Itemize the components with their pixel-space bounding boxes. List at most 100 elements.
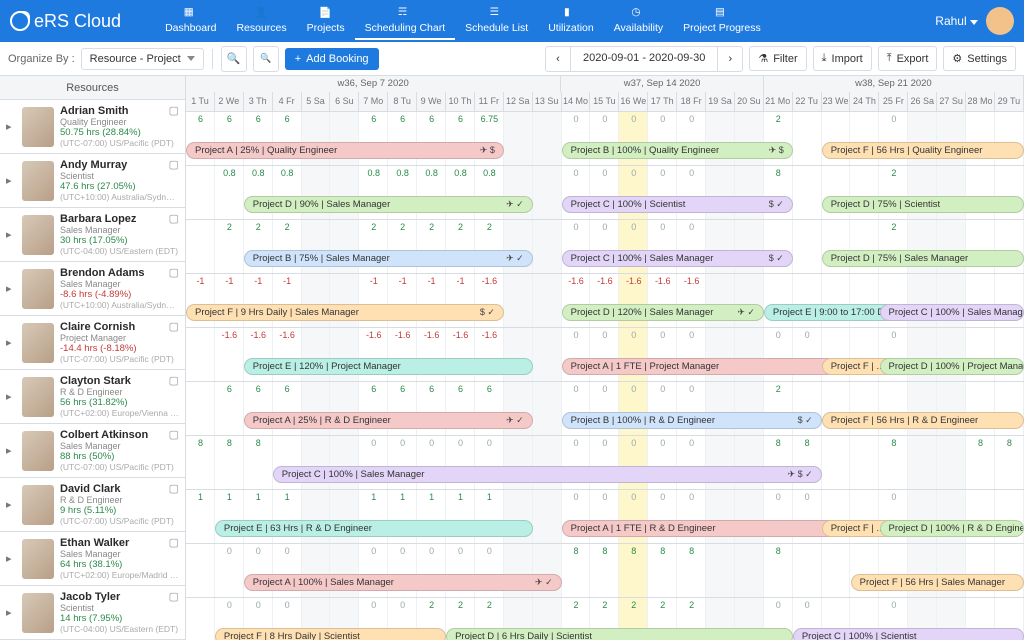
availability-value: 1 <box>388 492 417 502</box>
booking-bar[interactable]: Project C | 100% | Sales Manager <box>880 304 1024 321</box>
rss-icon[interactable]: ▢ <box>169 158 179 171</box>
booking-bar[interactable]: Project A | 100% | Sales Manager✈ ✓ <box>244 574 562 591</box>
booking-bar[interactable]: Project D | 75% | Sales Manager <box>822 250 1024 267</box>
filter-button[interactable]: ⚗Filter <box>749 46 806 71</box>
expand-icon[interactable]: ▸ <box>6 120 16 133</box>
booking-bar[interactable]: Project F | 56 Hrs | R & D Engineer <box>822 412 1024 429</box>
rss-icon[interactable]: ▢ <box>169 374 179 387</box>
date-prev-button[interactable]: ‹ <box>545 46 571 72</box>
booking-bar[interactable]: Project A | 25% | Quality Engineer✈ $ <box>186 142 504 159</box>
resource-row[interactable]: ▸Claire CornishProject Manager-14.4 hrs … <box>0 316 185 370</box>
booking-label: Project F | 56 Hrs | Sales Manager <box>860 577 1005 588</box>
date-range-display[interactable]: 2020-09-01 - 2020-09-30 <box>570 46 718 72</box>
booking-label: Project D | 90% | Sales Manager <box>253 199 390 210</box>
booking-label: Project E | 63 Hrs | R & D Engineer <box>224 523 372 534</box>
resource-row[interactable]: ▸Andy MurrayScientist47.6 hrs (27.05%)(U… <box>0 154 185 208</box>
settings-button[interactable]: ⚙Settings <box>943 46 1016 71</box>
availability-value <box>879 546 908 556</box>
user-menu[interactable]: Rahul <box>935 7 1014 35</box>
booking-bar[interactable]: Project C | 100% | Scientist <box>793 628 1024 640</box>
rss-icon[interactable]: ▢ <box>169 320 179 333</box>
booking-bar[interactable]: Project D | 90% | Sales Manager✈ ✓ <box>244 196 533 213</box>
expand-icon[interactable]: ▸ <box>6 498 16 511</box>
availability-value <box>995 384 1024 394</box>
rss-icon[interactable]: ▢ <box>169 266 179 279</box>
brand-logo[interactable]: eRS Cloud <box>10 11 121 32</box>
booking-label: Project C | 100% | Sales Manager <box>571 253 714 264</box>
resource-row[interactable]: ▸Adrian SmithQuality Engineer50.75 hrs (… <box>0 100 185 154</box>
booking-bar[interactable]: Project B | 100% | Quality Engineer✈ $ <box>562 142 793 159</box>
booking-bar[interactable]: Project F | 56 Hrs | Sales Manager <box>851 574 1024 591</box>
booking-bar[interactable]: Project D | 120% | Sales Manager✈ ✓ <box>562 304 764 321</box>
resource-row[interactable]: ▸Ethan WalkerSales Manager64 hrs (38.1%)… <box>0 532 185 586</box>
expand-icon[interactable]: ▸ <box>6 552 16 565</box>
avatar <box>22 485 54 525</box>
booking-bar[interactable]: Project C | 100% | Scientist$ ✓ <box>562 196 793 213</box>
export-button[interactable]: ⤒Export <box>878 46 938 71</box>
nav-projects[interactable]: 📄Projects <box>297 2 355 40</box>
booking-bar[interactable]: Project A | 25% | R & D Engineer✈ ✓ <box>244 412 533 429</box>
booking-bar[interactable]: Project D | 100% | R & D Engineer <box>880 520 1024 537</box>
day-header: 29 Tu <box>995 92 1024 111</box>
rss-icon[interactable]: ▢ <box>169 212 179 225</box>
expand-icon[interactable]: ▸ <box>6 282 16 295</box>
availability-value: 0 <box>562 222 591 232</box>
availability-value: -1.6 <box>273 330 302 340</box>
nav-dashboard[interactable]: ▦Dashboard <box>155 2 226 40</box>
import-button[interactable]: ⤓Import <box>813 46 872 71</box>
nav-progress[interactable]: ▤Project Progress <box>673 2 771 40</box>
rss-icon[interactable]: ▢ <box>169 482 179 495</box>
nav-availability[interactable]: ◷Availability <box>604 2 673 40</box>
expand-icon[interactable]: ▸ <box>6 228 16 241</box>
nav-utilization[interactable]: ▮Utilization <box>538 2 604 40</box>
add-booking-button[interactable]: +Add Booking <box>285 48 379 70</box>
zoom-in-button[interactable]: 🔍 <box>221 46 247 72</box>
rss-icon[interactable]: ▢ <box>169 536 179 549</box>
booking-bar[interactable]: Project D | 100% | Project Manager <box>880 358 1024 375</box>
nav-schedulelist[interactable]: ☰Schedule List <box>455 2 538 40</box>
user-icon: 👤 <box>255 6 269 20</box>
availability-value <box>735 114 764 124</box>
rss-icon[interactable]: ▢ <box>169 428 179 441</box>
expand-icon[interactable]: ▸ <box>6 606 16 619</box>
availability-value <box>706 276 735 286</box>
resource-row[interactable]: ▸Brendon AdamsSales Manager-8.6 hrs (-4.… <box>0 262 185 316</box>
booking-bar[interactable]: Project F | 8 Hrs Daily | Scientist <box>215 628 446 640</box>
booking-bar[interactable]: Project B | 75% | Sales Manager✈ ✓ <box>244 250 533 267</box>
booking-bar[interactable]: Project B | 100% | R & D Engineer$ ✓ <box>562 412 822 429</box>
resource-row[interactable]: ▸David ClarkR & D Engineer9 hrs (5.11%)(… <box>0 478 185 532</box>
rss-icon[interactable]: ▢ <box>169 590 179 603</box>
booking-bar[interactable]: Project A | 1 FTE | R & D Engineer✈ ✓ <box>562 520 851 537</box>
expand-icon[interactable]: ▸ <box>6 174 16 187</box>
booking-bar[interactable]: Project A | 1 FTE | Project Manager✈ ✓ <box>562 358 851 375</box>
nav-scheduling[interactable]: ☴Scheduling Chart <box>355 2 456 40</box>
rss-icon[interactable]: ▢ <box>169 104 179 117</box>
availability-value: 6 <box>475 384 504 394</box>
availability-value <box>850 222 879 232</box>
resource-row[interactable]: ▸Jacob TylerScientist14 hrs (7.95%)(UTC-… <box>0 586 185 640</box>
availability-value: 0 <box>562 384 591 394</box>
nav-resources[interactable]: 👤Resources <box>226 2 296 40</box>
zoom-out-button[interactable]: 🔍 <box>253 46 279 72</box>
booking-bar[interactable]: Project C | 100% | Sales Manager✈ $ ✓ <box>273 466 822 483</box>
organize-by-select[interactable]: Resource - Project <box>81 48 204 70</box>
resource-row[interactable]: ▸Clayton StarkR & D Engineer56 hrs (31.8… <box>0 370 185 424</box>
expand-icon[interactable]: ▸ <box>6 390 16 403</box>
booking-bar[interactable]: Project C | 100% | Sales Manager$ ✓ <box>562 250 793 267</box>
date-next-button[interactable]: › <box>717 46 743 72</box>
booking-bar[interactable]: Project D | 75% | Scientist <box>822 196 1024 213</box>
resource-row[interactable]: ▸Barbara LopezSales Manager30 hrs (17.05… <box>0 208 185 262</box>
booking-bar[interactable]: Project D | 6 Hrs Daily | Scientist <box>446 628 793 640</box>
expand-icon[interactable]: ▸ <box>6 444 16 457</box>
availability-value <box>937 222 966 232</box>
availability-value: 0 <box>677 330 706 340</box>
booking-bar[interactable]: Project E | 63 Hrs | R & D Engineer <box>215 520 533 537</box>
availability-value: 2 <box>417 600 446 610</box>
booking-bar[interactable]: Project E | 120% | Project Manager <box>244 358 533 375</box>
resource-row[interactable]: ▸Colbert AtkinsonSales Manager88 hrs (50… <box>0 424 185 478</box>
booking-bar[interactable]: Project F | 56 Hrs | Quality Engineer <box>822 142 1024 159</box>
expand-icon[interactable]: ▸ <box>6 336 16 349</box>
booking-bar[interactable]: Project F | 9 Hrs Daily | Sales Manager$… <box>186 304 504 321</box>
week-header: w38, Sep 21 2020 <box>764 76 1024 92</box>
availability-value: 6 <box>186 114 215 124</box>
